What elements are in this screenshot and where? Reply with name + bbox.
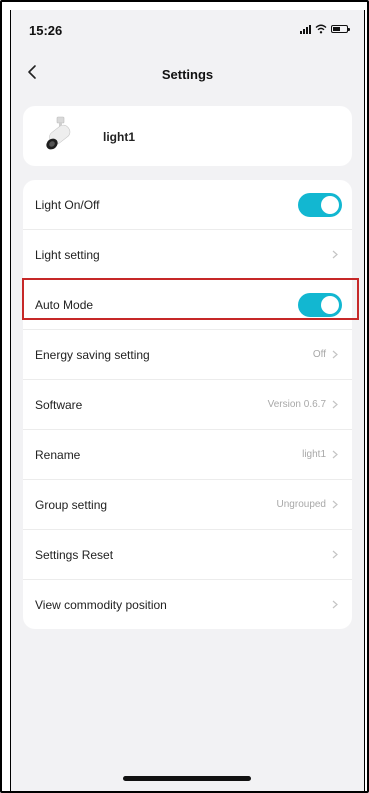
row-light-setting[interactable]: Light setting <box>23 230 352 280</box>
row-value: Off <box>312 349 326 360</box>
wifi-icon <box>315 24 327 34</box>
row-auto-mode: Auto Mode <box>23 280 352 330</box>
status-bar: 15:26 <box>11 10 364 50</box>
home-indicator[interactable] <box>123 776 251 781</box>
battery-icon <box>331 25 350 33</box>
status-icons <box>300 24 350 34</box>
row-value: light1 <box>302 449 326 460</box>
chevron-right-icon <box>332 550 338 559</box>
page-title: Settings <box>161 67 214 82</box>
row-label: Light setting <box>35 247 100 262</box>
toggle-knob <box>321 295 339 314</box>
row-energy-saving[interactable]: Energy saving setting Off <box>23 330 352 380</box>
chevron-right-icon <box>332 600 338 609</box>
row-label: Energy saving setting <box>35 347 150 362</box>
row-label: Auto Mode <box>35 297 94 312</box>
row-value: Version 0.6.7 <box>267 399 326 410</box>
device-name: light1 <box>103 130 135 144</box>
row-software[interactable]: Software Version 0.6.7 <box>23 380 352 430</box>
chevron-right-icon <box>332 400 338 409</box>
chevron-right-icon <box>332 250 338 259</box>
row-label: Software <box>35 397 83 412</box>
settings-list: Light On/Off Light setting Auto Mode Ene… <box>23 180 352 629</box>
track-light-icon <box>46 116 71 150</box>
row-label: Settings Reset <box>35 547 114 562</box>
row-rename[interactable]: Rename light1 <box>23 430 352 480</box>
auto-mode-toggle[interactable] <box>298 292 342 317</box>
row-group-setting[interactable]: Group setting Ungrouped <box>23 480 352 530</box>
chevron-right-icon <box>332 500 338 509</box>
phone-frame: 15:26 Settings light1 Light On/Off Light… <box>0 0 369 793</box>
row-label: Group setting <box>35 497 108 512</box>
device-card[interactable]: light1 <box>23 106 352 166</box>
row-value: Ungrouped <box>276 499 326 510</box>
app-screen: 15:26 Settings light1 Light On/Off Light… <box>10 10 365 791</box>
toggle-knob <box>321 195 339 214</box>
light-onoff-toggle[interactable] <box>298 192 342 217</box>
row-settings-reset[interactable]: Settings Reset <box>23 530 352 580</box>
row-label: Light On/Off <box>35 197 100 212</box>
row-view-position[interactable]: View commodity position <box>23 580 352 629</box>
row-light-onoff: Light On/Off <box>23 180 352 230</box>
chevron-right-icon <box>332 350 338 359</box>
row-label: View commodity position <box>35 597 167 612</box>
nav-header: Settings <box>11 50 364 98</box>
row-label: Rename <box>35 447 81 462</box>
chevron-right-icon <box>332 450 338 459</box>
status-time: 15:26 <box>29 23 63 38</box>
signal-icon <box>300 24 311 34</box>
